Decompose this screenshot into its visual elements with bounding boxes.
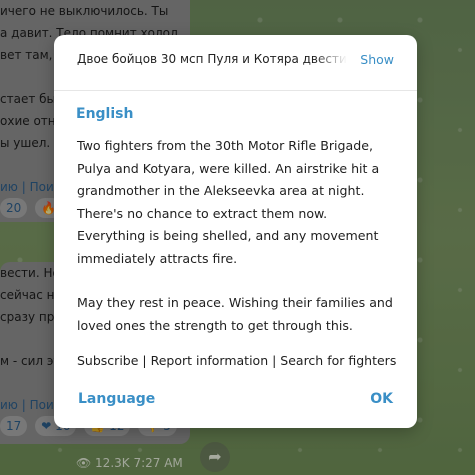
target-language-heading: English [76, 106, 134, 122]
translation-paragraph: May they rest in peace. Wishing their fa… [77, 295, 393, 333]
translated-text: Two fighters from the 30th Motor Rifle B… [77, 135, 397, 359]
translation-paragraph: Two fighters from the 30th Motor Rifle B… [77, 138, 380, 266]
ok-button[interactable]: OK [370, 391, 393, 407]
language-button[interactable]: Language [78, 391, 155, 407]
original-text-row: Двое бойцов 30 мсп Пуля и Котяра двести.… [54, 35, 417, 91]
translation-dialog: Двое бойцов 30 мсп Пуля и Котяра двести.… [54, 35, 417, 428]
original-text: Двое бойцов 30 мсп Пуля и Котяра двести.… [77, 52, 347, 66]
show-original-button[interactable]: Show [360, 52, 394, 67]
translation-footer-links: Subscribe | Report information | Search … [77, 353, 397, 368]
